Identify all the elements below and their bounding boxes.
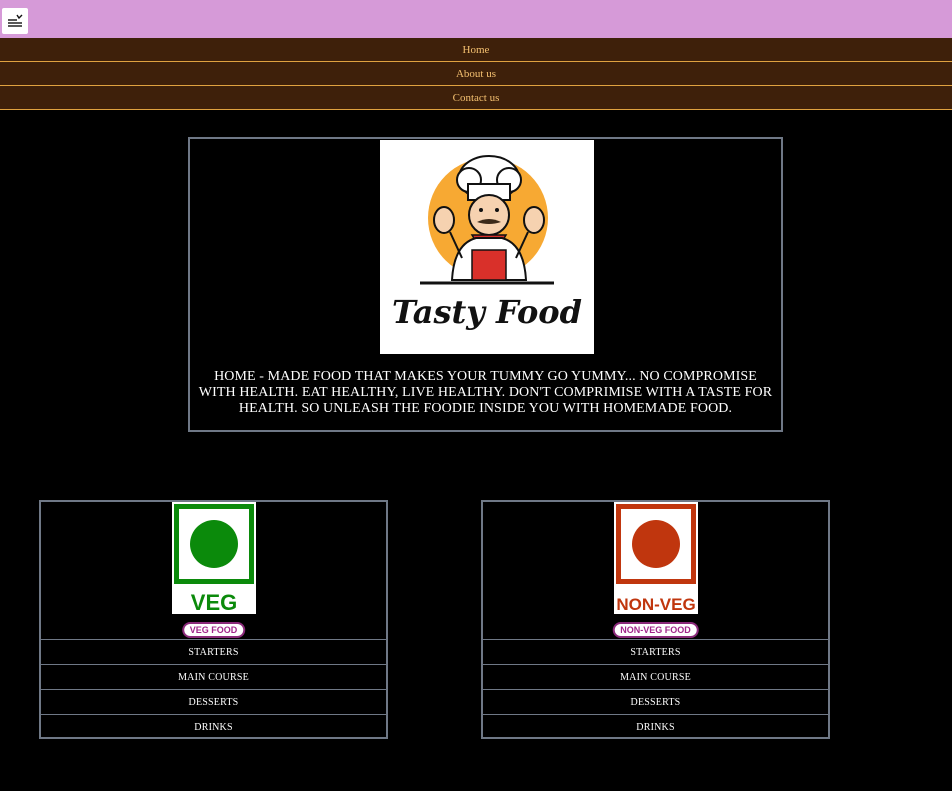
veg-item-starters[interactable]: STARTERS bbox=[41, 639, 386, 664]
veg-menu-list: STARTERS MAIN COURSE DESSERTS DRINKS bbox=[41, 639, 386, 739]
tasty-food-logo: Tasty Food bbox=[380, 140, 594, 354]
nonveg-item-drinks[interactable]: DRINKS bbox=[483, 714, 828, 739]
nonveg-item-main-course[interactable]: MAIN COURSE bbox=[483, 664, 828, 689]
top-bar bbox=[0, 0, 952, 38]
nonveg-food-label[interactable]: NON-VEG FOOD bbox=[612, 622, 699, 638]
veg-symbol-icon: VEG bbox=[172, 502, 256, 614]
nonveg-item-desserts[interactable]: DESSERTS bbox=[483, 689, 828, 714]
veg-item-desserts[interactable]: DESSERTS bbox=[41, 689, 386, 714]
veg-food-label[interactable]: VEG FOOD bbox=[181, 622, 246, 638]
nonveg-food-card: NON-VEG NON-VEG FOOD STARTERS MAIN COURS… bbox=[481, 500, 830, 739]
veg-item-drinks[interactable]: DRINKS bbox=[41, 714, 386, 739]
veg-item-main-course[interactable]: MAIN COURSE bbox=[41, 664, 386, 689]
nav-item-about[interactable]: About us bbox=[0, 62, 952, 86]
hero-tagline: HOME - MADE FOOD THAT MAKES YOUR TUMMY G… bbox=[198, 369, 773, 416]
nonveg-menu-list: STARTERS MAIN COURSE DESSERTS DRINKS bbox=[483, 639, 828, 739]
chef-logo-icon: Tasty Food bbox=[392, 155, 582, 331]
veg-symbol-label: VEG bbox=[191, 590, 237, 614]
nav-item-contact[interactable]: Contact us bbox=[0, 86, 952, 110]
logo-lettering: Tasty Food bbox=[392, 293, 582, 331]
nonveg-symbol-label: NON-VEG bbox=[616, 595, 695, 614]
menu-lines-icon bbox=[8, 14, 23, 27]
nav-menu: Home About us Contact us bbox=[0, 38, 952, 110]
hero-section: Tasty Food HOME - MADE FOOD THAT MAKES Y… bbox=[188, 137, 783, 432]
nav-item-home[interactable]: Home bbox=[0, 38, 952, 62]
veg-food-card: VEG VEG FOOD STARTERS MAIN COURSE DESSER… bbox=[39, 500, 388, 739]
nonveg-symbol-icon: NON-VEG bbox=[614, 502, 698, 614]
nonveg-item-starters[interactable]: STARTERS bbox=[483, 639, 828, 664]
menu-toggle-button[interactable] bbox=[2, 8, 28, 34]
